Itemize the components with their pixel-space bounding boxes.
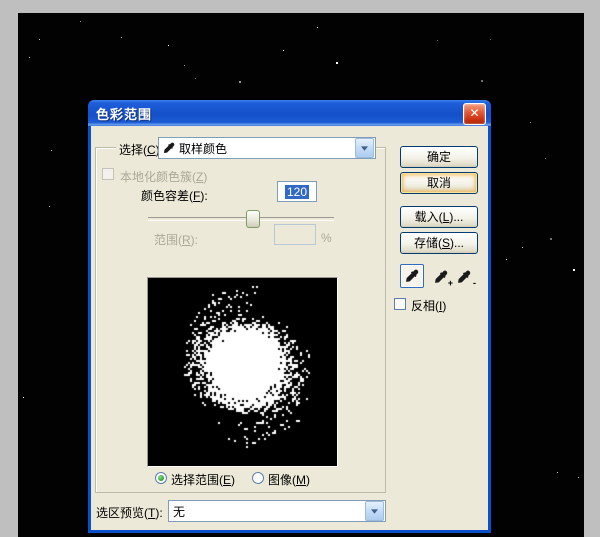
range-unit: % xyxy=(321,231,332,245)
selection-preview-dropdown[interactable]: 无 xyxy=(168,500,386,522)
dialog-body: 选择(C): 取样颜色 本地化颜色簇(Z) 颜色容差(F): 120 xyxy=(91,126,488,530)
select-value: 取样颜色 xyxy=(179,140,227,157)
dialog-title: 色彩范围 xyxy=(96,104,152,123)
close-icon[interactable]: ✕ xyxy=(463,103,486,125)
invert-label: 反相(I) xyxy=(411,297,446,314)
localized-clusters-checkbox[interactable] xyxy=(102,168,114,180)
minus-sign: - xyxy=(473,278,476,288)
dialog-titlebar[interactable]: 色彩范围 ✕ xyxy=(88,100,491,126)
selection-preview-label: 选区预览(T): xyxy=(96,504,163,521)
ok-button[interactable]: 确定 xyxy=(400,146,478,168)
desktop: 色彩范围 ✕ 选择(C): 取样颜色 本地化颜色簇(Z) 颜色容差(F): xyxy=(0,0,600,537)
chevron-down-icon[interactable] xyxy=(365,501,384,521)
select-dropdown[interactable]: 取样颜色 xyxy=(158,137,376,159)
chevron-down-icon[interactable] xyxy=(355,138,374,158)
save-button[interactable]: 存储(S)... xyxy=(400,232,478,254)
eyedropper-tool-button[interactable] xyxy=(400,264,424,288)
cancel-button[interactable]: 取消 xyxy=(400,172,478,194)
eyedropper-icon xyxy=(163,142,175,154)
localized-clusters-label: 本地化颜色簇(Z) xyxy=(120,168,207,185)
preview-canvas[interactable] xyxy=(148,278,337,466)
invert-checkbox[interactable] xyxy=(394,298,406,310)
radio-selection[interactable] xyxy=(155,472,167,484)
slider-track xyxy=(148,217,334,221)
range-label: 范围(R): xyxy=(154,231,198,248)
load-button[interactable]: 载入(L)... xyxy=(400,206,478,228)
slider-thumb[interactable] xyxy=(246,210,260,228)
eyedropper-plus-tool-button[interactable]: + xyxy=(429,265,453,289)
range-input xyxy=(274,224,316,245)
selection-preview-value: 无 xyxy=(173,503,185,520)
radio-image[interactable] xyxy=(252,472,264,484)
fuzziness-value: 120 xyxy=(285,185,309,199)
fuzziness-input[interactable]: 120 xyxy=(277,181,317,202)
eyedropper-minus-tool-button[interactable]: - xyxy=(452,265,476,289)
radio-image-label: 图像(M) xyxy=(268,471,310,488)
selection-preview-box[interactable] xyxy=(147,277,338,467)
fuzziness-label: 颜色容差(F): xyxy=(141,187,208,204)
color-range-dialog: 色彩范围 ✕ 选择(C): 取样颜色 本地化颜色簇(Z) 颜色容差(F): xyxy=(88,100,491,533)
radio-selection-label: 选择范围(E) xyxy=(171,471,235,488)
